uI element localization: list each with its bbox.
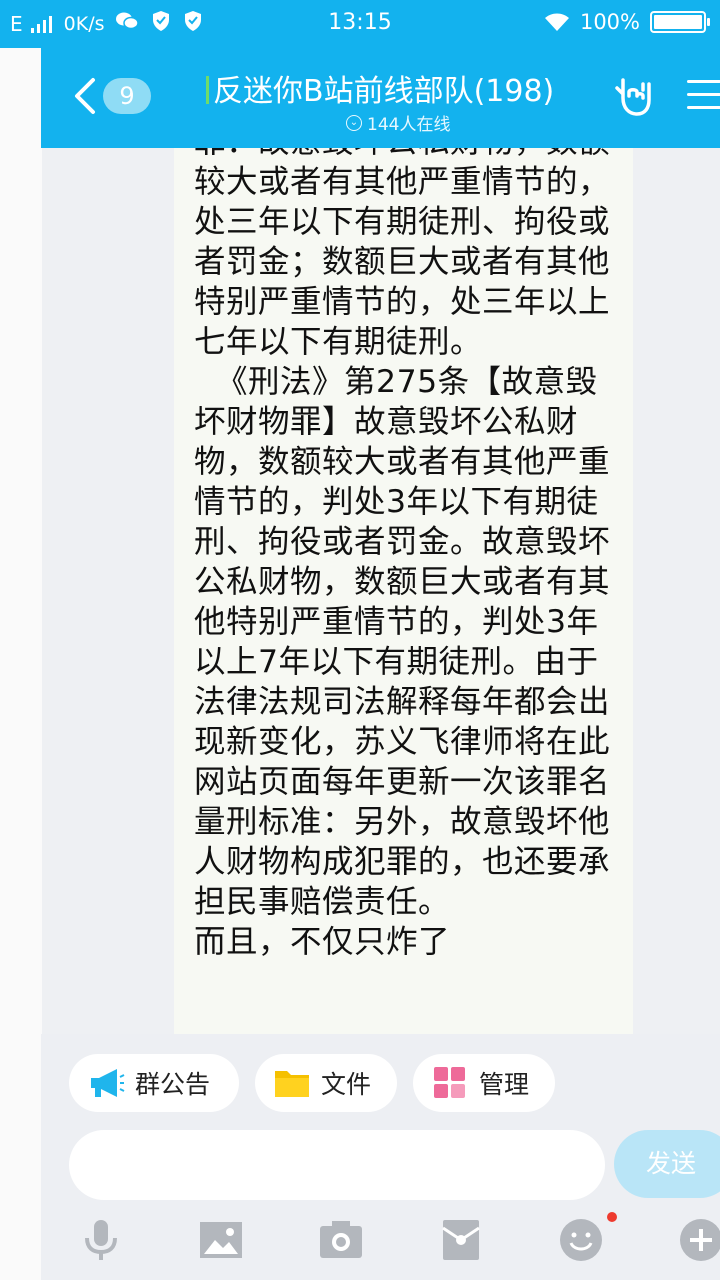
send-button[interactable]: 发送 [614,1130,720,1198]
title-marker [206,76,209,104]
menu-icon[interactable] [687,80,720,119]
folder-icon [275,1071,309,1097]
chat-background [633,148,720,1034]
unread-count-badge[interactable]: 9 [103,78,151,114]
files-button[interactable]: 文件 [255,1054,397,1112]
group-title-text: 反迷你B站前线部队(198) [213,74,555,109]
emoji-icon[interactable] [557,1216,605,1264]
message-paragraph: 《刑法》第275条【故意毁坏财物罪】故意毁坏公私财物，数额较大或者有其他严重情节… [194,364,611,920]
online-count-text: 144人在线 [367,115,451,135]
message-text: 罪：故意毁坏公私财物，数额较大或者有其他严重情节的，处三年以下有期徒刑、拘役或者… [194,148,619,962]
group-notice-button[interactable]: 群公告 [69,1054,239,1112]
manage-button[interactable]: 管理 [413,1054,555,1112]
battery-percent: 100% [579,10,640,34]
left-margin [0,48,42,1280]
camera-icon[interactable] [317,1216,365,1264]
files-label: 文件 [321,1070,372,1099]
manage-label: 管理 [479,1070,530,1099]
hand-gesture-icon[interactable] [613,74,655,118]
chat-header: 9 反迷你B站前线部队(198) ⌄ 144人在线 [41,48,720,148]
notification-dot [607,1212,617,1222]
online-count[interactable]: ⌄ 144人在线 [346,110,450,135]
group-title[interactable]: 反迷你B站前线部队(198) [206,66,554,110]
mic-icon[interactable] [77,1216,125,1264]
back-arrow-icon[interactable] [71,76,99,116]
plus-icon[interactable] [677,1216,720,1264]
grid-icon [434,1067,465,1098]
group-notice-label: 群公告 [135,1070,211,1099]
message-paragraph: 而且，不仅只炸了 [194,924,451,960]
status-bar: E 0K/s 13:15 100% [0,0,720,48]
chevron-down-icon: ⌄ [346,114,362,131]
message-paragraph: 罪：故意毁坏公私财物，数额较大或者有其他严重情节的，处三年以下有期徒刑、拘役或者… [194,148,611,360]
image-icon[interactable] [197,1216,245,1264]
red-packet-icon[interactable] [437,1216,485,1264]
message-input[interactable] [69,1130,605,1200]
battery-icon [650,11,710,33]
megaphone-icon [91,1069,125,1097]
wifi-icon [544,13,569,31]
message-bubble[interactable]: 罪：故意毁坏公私财物，数额较大或者有其他严重情节的，处三年以下有期徒刑、拘役或者… [174,148,633,1034]
input-panel: 群公告 文件 管理 发送 [41,1034,720,1280]
